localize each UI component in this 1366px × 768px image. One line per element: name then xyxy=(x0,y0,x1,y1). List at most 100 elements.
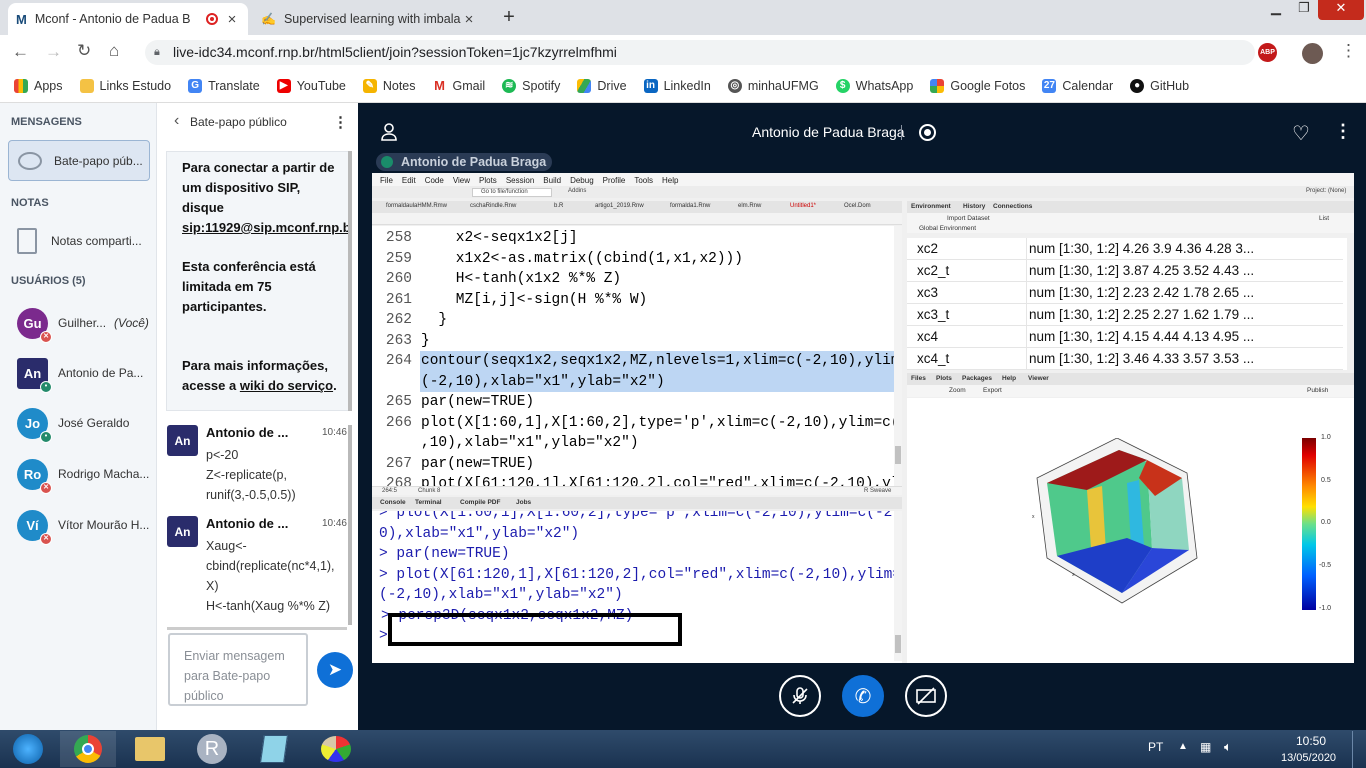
user-item[interactable]: Ví ✕ Vítor Mourão H... xyxy=(0,501,157,549)
file-tab-active[interactable]: Untitled1* xyxy=(790,203,816,209)
tab-connections[interactable]: Connections xyxy=(993,203,1032,210)
forward-icon[interactable]: → xyxy=(45,42,62,62)
phone-audio-button[interactable]: ✆ xyxy=(842,675,884,717)
maximize-button[interactable]: ❐ xyxy=(1290,0,1318,20)
close-tab-icon[interactable]: × xyxy=(224,11,240,28)
env-row[interactable]: xc4_t num [1:30, 1:2] 3.46 4.33 3.57 3.53… xyxy=(907,347,1343,370)
env-row[interactable]: xc2_t num [1:30, 1:2] 3.87 4.25 3.52 4.43… xyxy=(907,259,1343,282)
volume-icon[interactable]: 🔈︎ xyxy=(1224,739,1232,755)
menu-plots[interactable]: Plots xyxy=(479,176,497,185)
clock-date[interactable]: 13/05/2020 xyxy=(1281,752,1336,764)
chat-options-icon[interactable]: ⋮ xyxy=(333,113,348,131)
wiki-link[interactable]: wiki do serviço xyxy=(240,378,333,393)
heart-icon[interactable]: ♡ xyxy=(1292,121,1310,146)
share-screen-button[interactable] xyxy=(905,675,947,717)
user-icon[interactable] xyxy=(380,123,398,141)
bookmark-linkedin[interactable]: in LinkedIn xyxy=(643,79,711,93)
export-button[interactable]: Export xyxy=(983,387,1002,394)
menu-build[interactable]: Build xyxy=(543,176,561,185)
adblock-icon[interactable]: ABP xyxy=(1258,43,1277,62)
shared-notes-button[interactable]: Notas comparti... xyxy=(8,221,150,261)
bookmark-google-fotos[interactable]: Google Fotos xyxy=(930,79,1025,93)
send-button[interactable]: ➤ xyxy=(317,652,353,688)
file-tab[interactable]: formaldaulaHMM.Rmw xyxy=(386,203,447,209)
tab-viewer[interactable]: Viewer xyxy=(1028,375,1049,382)
bookmark-whatsapp[interactable]: $ WhatsApp xyxy=(835,79,913,93)
new-tab-button[interactable]: + xyxy=(497,6,521,30)
recording-status-icon[interactable] xyxy=(919,124,936,141)
options-menu-icon[interactable]: ⋮ xyxy=(1334,121,1352,142)
browser-menu-icon[interactable]: ⋮ xyxy=(1340,41,1357,61)
home-icon[interactable]: ⌂ xyxy=(109,41,119,61)
minimize-button[interactable]: ▁ xyxy=(1262,0,1290,20)
bookmark-notes[interactable]: ✎ Notes xyxy=(362,79,416,93)
env-row[interactable]: xc4 num [1:30, 1:2] 4.15 4.44 4.13 4.95 .… xyxy=(907,325,1343,348)
chat-hscrollbar[interactable] xyxy=(167,627,347,630)
address-bar[interactable]: 🔒︎ live-idc34.mconf.rnp.br/html5client/j… xyxy=(145,40,1255,65)
env-row[interactable]: xc3_t num [1:30, 1:2] 2.25 2.27 1.62 1.79… xyxy=(907,303,1343,326)
tab-terminal[interactable]: Terminal xyxy=(415,499,442,506)
menu-session[interactable]: Session xyxy=(506,176,534,185)
taskbar-notes[interactable] xyxy=(246,731,302,767)
user-item[interactable]: Jo • José Geraldo xyxy=(0,399,157,447)
console-scrollbar[interactable] xyxy=(894,511,902,661)
console[interactable]: > plot(X[1:60,1],X[1:60,2],type='p',xlim… xyxy=(372,511,902,663)
mute-microphone-button[interactable] xyxy=(779,675,821,717)
reload-icon[interactable]: ↻ xyxy=(77,41,91,61)
menu-file[interactable]: File xyxy=(380,176,393,185)
import-dataset-button[interactable]: Import Dataset xyxy=(947,215,990,222)
message-input[interactable]: Enviar mensagem para Bate-papo público xyxy=(168,633,308,706)
language-indicator[interactable]: PT xyxy=(1148,740,1163,754)
menu-debug[interactable]: Debug xyxy=(570,176,594,185)
menu-tools[interactable]: Tools xyxy=(634,176,653,185)
goto-file-input[interactable]: Go to file/function xyxy=(472,188,552,197)
env-row[interactable]: xc2 num [1:30, 1:2] 4.26 3.9 4.36 4.28 3.… xyxy=(907,238,1343,260)
tab-compile-pdf[interactable]: Compile PDF xyxy=(460,499,500,506)
user-item[interactable]: Gu ✕ Guilher... (Você) xyxy=(0,299,157,347)
addins-menu[interactable]: Addins xyxy=(568,188,586,194)
file-tab[interactable]: elm.Rnw xyxy=(738,203,761,209)
file-tab[interactable]: Ocel.Dom xyxy=(844,203,871,209)
user-item[interactable]: Ro ✕ Rodrigo Macha... xyxy=(0,450,157,498)
profile-avatar[interactable] xyxy=(1302,43,1323,64)
env-row[interactable]: xc3 num [1:30, 1:2] 2.23 2.42 1.78 2.65 .… xyxy=(907,281,1343,304)
editor-scrollbar[interactable] xyxy=(894,226,902,486)
project-menu[interactable]: Project: (None) xyxy=(1306,188,1346,194)
tab-help[interactable]: Help xyxy=(1002,375,1016,382)
show-desktop-button[interactable] xyxy=(1352,731,1366,768)
back-icon[interactable]: ← xyxy=(12,42,29,62)
publish-button[interactable]: Publish xyxy=(1307,387,1328,394)
bookmark-youtube[interactable]: ▶ YouTube xyxy=(276,79,346,93)
tab-mconf[interactable]: M Mconf - Antonio de Padua B × xyxy=(8,3,248,35)
close-tab-icon[interactable]: × xyxy=(461,11,477,28)
menu-view[interactable]: View xyxy=(453,176,470,185)
start-button[interactable] xyxy=(0,731,56,767)
taskbar-explorer[interactable] xyxy=(122,731,178,767)
chunk-label[interactable]: Chunk 8 xyxy=(418,488,440,494)
zoom-button[interactable]: Zoom xyxy=(949,387,966,394)
bookmark-drive[interactable]: Drive xyxy=(577,79,627,93)
menu-code[interactable]: Code xyxy=(425,176,444,185)
bookmark-minhaufmg[interactable]: ◎ minhaUFMG xyxy=(727,79,819,93)
network-icon[interactable]: ▦ xyxy=(1200,740,1211,754)
bookmark-links-estudo[interactable]: Links Estudo xyxy=(79,79,171,93)
menu-edit[interactable]: Edit xyxy=(402,176,416,185)
file-tab[interactable]: b.R xyxy=(554,203,563,209)
close-window-button[interactable]: ✕ xyxy=(1318,0,1364,20)
bookmark-calendar[interactable]: 27 Calendar xyxy=(1042,79,1113,93)
tab-jobs[interactable]: Jobs xyxy=(516,499,531,506)
tab-packages[interactable]: Packages xyxy=(962,375,992,382)
bookmark-github[interactable]: ● GitHub xyxy=(1130,79,1189,93)
file-type[interactable]: R Sweave xyxy=(864,488,891,494)
bookmark-gmail[interactable]: M Gmail xyxy=(432,79,485,93)
menu-profile[interactable]: Profile xyxy=(603,176,626,185)
global-environment-menu[interactable]: Global Environment xyxy=(919,225,976,232)
taskbar-r[interactable]: R xyxy=(184,731,240,767)
tab-plots[interactable]: Plots xyxy=(936,375,952,382)
menu-help[interactable]: Help xyxy=(662,176,678,185)
tray-arrow-icon[interactable]: ▲ xyxy=(1178,741,1188,752)
list-view-menu[interactable]: List xyxy=(1319,215,1329,222)
taskbar-chrome[interactable] xyxy=(60,731,116,767)
tab-console[interactable]: Console xyxy=(380,499,406,506)
user-item[interactable]: An • Antonio de Pa... xyxy=(0,349,157,397)
